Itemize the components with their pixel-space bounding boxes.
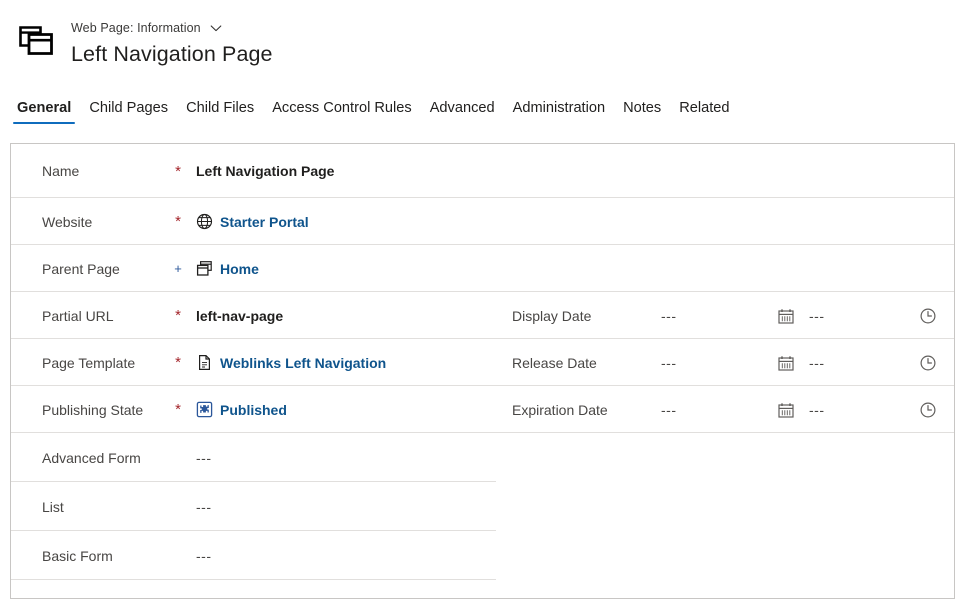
field-parent-page[interactable]: Parent Page + Home (11, 245, 496, 292)
field-value[interactable]: --- (185, 499, 212, 515)
form-grid: Name * Left Navigation Page Website * St… (11, 144, 954, 598)
tab-related[interactable]: Related (670, 96, 738, 125)
time-value[interactable]: --- (803, 355, 911, 371)
field-value-lookup[interactable]: Weblinks Left Navigation (185, 354, 386, 371)
time-value[interactable]: --- (803, 308, 911, 324)
field-basic-form[interactable]: Basic Form * --- (11, 531, 496, 580)
field-label: List (42, 498, 64, 515)
tab-advanced[interactable]: Advanced (421, 96, 504, 125)
field-value-lookup[interactable]: Published (185, 401, 287, 418)
lookup-text: Weblinks Left Navigation (220, 354, 387, 371)
field-expiration-date[interactable]: Expiration Date --- --- (496, 386, 955, 433)
page-title: Left Navigation Page (71, 42, 273, 66)
form-header: Web Page: Information Left Navigation Pa… (0, 0, 965, 88)
field-value[interactable]: --- (185, 548, 212, 564)
required-marker: * (175, 354, 181, 371)
field-label: Website (42, 213, 93, 230)
form-row-list: List * --- (11, 482, 954, 531)
field-label: Advanced Form (42, 449, 141, 466)
tab-child-pages[interactable]: Child Pages (80, 96, 177, 125)
field-label: Parent Page (42, 260, 120, 277)
chevron-down-icon[interactable] (209, 21, 223, 35)
form-row-advanced-form: Advanced Form * --- (11, 433, 954, 482)
calendar-icon[interactable] (769, 354, 803, 372)
lookup-text: Published (220, 401, 287, 418)
form-row-name: Name * Left Navigation Page (11, 144, 954, 198)
field-label: Display Date (512, 307, 592, 324)
field-website[interactable]: Website * Starter Portal (11, 198, 496, 245)
clock-icon[interactable] (911, 354, 945, 372)
required-marker: * (175, 401, 181, 418)
field-label: Name (42, 163, 80, 179)
web-page-icon (14, 15, 58, 59)
field-value[interactable]: --- (185, 450, 212, 466)
tab-child-files[interactable]: Child Files (177, 96, 263, 125)
field-advanced-form[interactable]: Advanced Form * --- (11, 433, 496, 482)
publishing-state-icon (196, 401, 213, 418)
required-marker: * (175, 213, 181, 230)
date-value[interactable]: --- (661, 355, 769, 371)
field-publishing-state[interactable]: Publishing State * Published (11, 386, 496, 433)
breadcrumb[interactable]: Web Page: Information (71, 19, 273, 37)
field-label: Page Template (42, 354, 136, 371)
field-page-template[interactable]: Page Template * Weblinks Left Navigation (11, 339, 496, 386)
form-row-basic-form: Basic Form * --- (11, 531, 954, 580)
globe-icon (196, 213, 213, 230)
field-display-date[interactable]: Display Date --- --- (496, 292, 955, 339)
tab-access-control-rules[interactable]: Access Control Rules (263, 96, 421, 125)
row-divider (11, 579, 496, 580)
tab-notes[interactable]: Notes (614, 96, 670, 125)
field-value-lookup[interactable]: Starter Portal (185, 213, 309, 230)
field-value-lookup[interactable]: Home (185, 260, 259, 277)
marker-placeholder: * (171, 450, 185, 465)
header-text-block: Web Page: Information Left Navigation Pa… (71, 12, 273, 67)
tab-administration[interactable]: Administration (504, 96, 614, 125)
form-row-parent-page: Parent Page + Home (11, 245, 954, 292)
form-tab-strip: General Child Pages Child Files Access C… (0, 96, 965, 132)
web-page-form-screen: Web Page: Information Left Navigation Pa… (0, 0, 965, 609)
form-row-page-template: Page Template * Weblinks Left Navigation (11, 339, 954, 386)
general-tab-form-card: Name * Left Navigation Page Website * St… (10, 143, 955, 599)
field-name[interactable]: Name * Left Navigation Page (11, 144, 496, 198)
field-label: Release Date (512, 354, 597, 371)
lookup-text: Starter Portal (220, 213, 309, 230)
field-value: Left Navigation Page (196, 163, 335, 179)
date-value[interactable]: --- (661, 402, 769, 418)
field-list[interactable]: List * --- (11, 482, 496, 531)
field-label: Basic Form (42, 547, 113, 564)
field-label: Publishing State (42, 401, 144, 418)
document-icon (196, 354, 213, 371)
calendar-icon[interactable] (769, 401, 803, 419)
marker-placeholder: * (171, 548, 185, 563)
lookup-text: Home (220, 260, 259, 277)
marker-placeholder: * (171, 499, 185, 514)
form-row-website: Website * Starter Portal (11, 198, 954, 245)
form-row-partial-url: Partial URL * left-nav-page Display Date… (11, 292, 954, 339)
field-value: left-nav-page (196, 307, 284, 324)
required-marker: * (175, 307, 181, 324)
tab-general[interactable]: General (8, 96, 80, 125)
pages-stack-icon (196, 260, 213, 277)
time-value[interactable]: --- (803, 402, 911, 418)
calendar-icon[interactable] (769, 307, 803, 325)
clock-icon[interactable] (911, 401, 945, 419)
business-recommended-marker: + (174, 261, 182, 276)
clock-icon[interactable] (911, 307, 945, 325)
field-label: Partial URL (42, 307, 114, 324)
date-value[interactable]: --- (661, 308, 769, 324)
breadcrumb-label: Web Page: Information (71, 21, 201, 35)
required-marker: * (175, 162, 181, 180)
field-partial-url[interactable]: Partial URL * left-nav-page (11, 292, 496, 339)
field-label: Expiration Date (512, 401, 608, 418)
form-row-publishing-state: Publishing State * Published Expiration … (11, 386, 954, 433)
field-release-date[interactable]: Release Date --- --- (496, 339, 955, 386)
